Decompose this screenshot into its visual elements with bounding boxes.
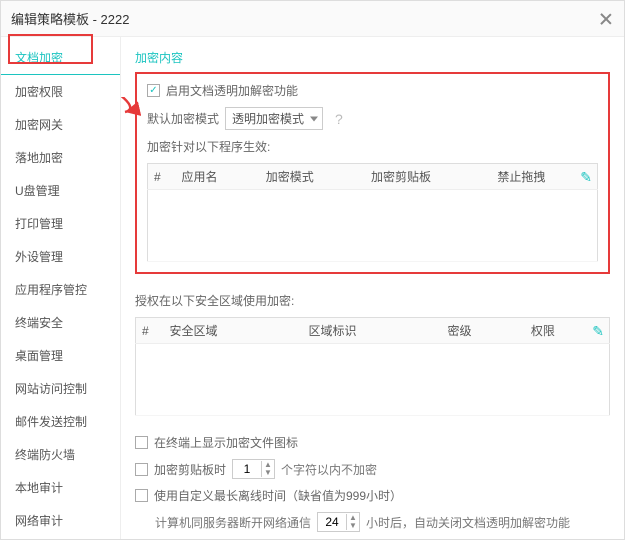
sidebar-item-firewall[interactable]: 终端防火墙 <box>1 438 120 471</box>
spinner-offline-input[interactable] <box>318 513 346 531</box>
sidebar-item-web-access[interactable]: 网站访问控制 <box>1 372 120 405</box>
table2-wrap: ✎ # 安全区域 区域标识 密级 权限 <box>135 317 610 416</box>
chevron-down-icon[interactable]: ▼ <box>262 469 274 477</box>
label-offline-suffix: 小时后，自动关闭文档透明加解密功能 <box>366 514 570 531</box>
dialog: 编辑策略模板 - 2222 文档加密 加密权限 加密网关 落地加密 U盘管理 打… <box>0 0 625 540</box>
sidebar-item-encrypt-perm[interactable]: 加密权限 <box>1 75 120 108</box>
sidebar-item-local-encrypt[interactable]: 落地加密 <box>1 141 120 174</box>
sidebar-item-encrypt-gateway[interactable]: 加密网关 <box>1 108 120 141</box>
help-icon[interactable]: ? <box>335 111 343 127</box>
label-offline-prefix: 计算机同服务器断开网络通信 <box>155 514 311 531</box>
th2-region: 安全区域 <box>164 318 303 344</box>
sidebar-item-usb[interactable]: U盘管理 <box>1 174 120 207</box>
sidebar-item-print[interactable]: 打印管理 <box>1 207 120 240</box>
th2-marker: 区域标识 <box>303 318 442 344</box>
th-appname: 应用名 <box>176 164 260 190</box>
sidebar-item-local-audit[interactable]: 本地审计 <box>1 471 120 504</box>
row-offline-detail: 计算机同服务器断开网络通信 ▲▼ 小时后，自动关闭文档透明加解密功能 <box>135 512 610 532</box>
label-enable-encrypt: 启用文档透明加解密功能 <box>166 82 298 99</box>
sidebar-item-peripheral[interactable]: 外设管理 <box>1 240 120 273</box>
edit-icon[interactable]: ✎ <box>580 169 592 186</box>
edit-icon[interactable]: ✎ <box>592 323 604 340</box>
row-offline: 使用自定义最长离线时间（缺省值为999小时） <box>135 487 610 504</box>
section-title-encrypt: 加密内容 <box>135 49 610 66</box>
row-clipboard: 加密剪贴板时 ▲▼ 个字符以内不加密 <box>135 459 610 479</box>
row-show-icon: 在终端上显示加密文件图标 <box>135 434 610 451</box>
table-row <box>136 344 610 416</box>
th-idx: # <box>148 164 176 190</box>
checkbox-show-icon[interactable] <box>135 436 148 449</box>
sidebar-item-email[interactable]: 邮件发送控制 <box>1 405 120 438</box>
label-apply: 加密针对以下程序生效: <box>147 138 270 155</box>
sidebar-item-desktop[interactable]: 桌面管理 <box>1 339 120 372</box>
label-region: 授权在以下安全区域使用加密: <box>135 292 294 309</box>
highlight-box-content: 启用文档透明加解密功能 默认加密模式 透明加密模式 ? 加密针对以下程序生效: … <box>135 72 610 274</box>
spinner-offline[interactable]: ▲▼ <box>317 512 360 532</box>
label-mode: 默认加密模式 <box>147 110 219 127</box>
sidebar-item-net-audit[interactable]: 网络审计 <box>1 504 120 537</box>
th-mode: 加密模式 <box>260 164 365 190</box>
chevron-down-icon <box>310 116 318 121</box>
label-show-icon: 在终端上显示加密文件图标 <box>154 434 298 451</box>
row-apply-label: 加密针对以下程序生效: <box>147 138 598 155</box>
close-icon[interactable] <box>598 11 614 27</box>
checkbox-enable-encrypt[interactable] <box>147 84 160 97</box>
checkbox-clipboard[interactable] <box>135 463 148 476</box>
checkbox-offline[interactable] <box>135 489 148 502</box>
titlebar: 编辑策略模板 - 2222 <box>1 1 624 37</box>
label-clipboard: 加密剪贴板时 <box>154 461 226 478</box>
spinner-clipboard[interactable]: ▲▼ <box>232 459 275 479</box>
sidebar: 文档加密 加密权限 加密网关 落地加密 U盘管理 打印管理 外设管理 应用程序管… <box>1 37 121 539</box>
row-region-label: 授权在以下安全区域使用加密: <box>135 292 610 309</box>
spinner-clipboard-input[interactable] <box>233 460 261 478</box>
sidebar-item-doc-security[interactable]: 文档安全 <box>1 537 120 539</box>
table1-wrap: ✎ # 应用名 加密模式 加密剪贴板 禁止拖拽 <box>147 163 598 262</box>
row-mode: 默认加密模式 透明加密模式 ? <box>147 107 598 130</box>
sidebar-item-doc-encrypt[interactable]: 文档加密 <box>1 41 120 75</box>
th2-level: 密级 <box>442 318 525 344</box>
sidebar-item-terminal-security[interactable]: 终端安全 <box>1 306 120 339</box>
dialog-body: 文档加密 加密权限 加密网关 落地加密 U盘管理 打印管理 外设管理 应用程序管… <box>1 37 624 539</box>
th2-idx: # <box>136 318 164 344</box>
label-offline: 使用自定义最长离线时间（缺省值为999小时） <box>154 487 402 504</box>
th-clipboard: 加密剪贴板 <box>365 164 491 190</box>
chevron-down-icon[interactable]: ▼ <box>347 522 359 530</box>
content-pane: 加密内容 启用文档透明加解密功能 默认加密模式 透明加密模式 ? 加密针对以下程… <box>121 37 624 539</box>
sidebar-item-app-control[interactable]: 应用程序管控 <box>1 273 120 306</box>
row-enable: 启用文档透明加解密功能 <box>147 82 598 99</box>
dialog-title: 编辑策略模板 - 2222 <box>11 9 129 28</box>
table-programs: # 应用名 加密模式 加密剪贴板 禁止拖拽 <box>147 163 598 262</box>
select-mode[interactable]: 透明加密模式 <box>225 107 323 130</box>
table-row <box>148 190 598 262</box>
table-regions: # 安全区域 区域标识 密级 权限 <box>135 317 610 416</box>
select-mode-value: 透明加密模式 <box>232 112 304 126</box>
label-clipboard-suffix: 个字符以内不加密 <box>281 461 377 478</box>
